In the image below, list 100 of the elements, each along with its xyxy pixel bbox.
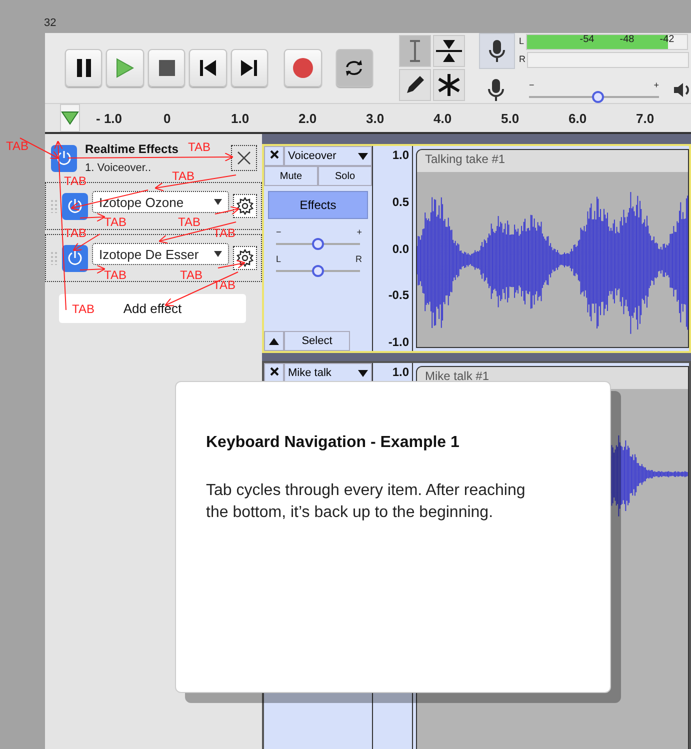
i-beam-icon: [408, 40, 421, 62]
record-button[interactable]: [284, 49, 322, 87]
pause-button[interactable]: [65, 49, 102, 87]
power-button[interactable]: [51, 144, 77, 172]
tab-annotation: TAB: [64, 175, 86, 187]
tab-annotation: TAB: [6, 140, 28, 152]
microphone-icon: [488, 38, 505, 62]
power-icon: [67, 198, 83, 214]
caret-icon: [358, 370, 368, 376]
settings-button[interactable]: [233, 246, 257, 270]
triangle-icon: [61, 111, 79, 125]
solo-button[interactable]: Solo: [318, 166, 372, 186]
meter-tick-label: -54: [580, 34, 594, 44]
draw-tool-button[interactable]: [398, 69, 431, 101]
skip-start-button[interactable]: [189, 49, 227, 87]
tab-annotation: TAB: [178, 216, 200, 228]
tab-annotation: TAB: [213, 279, 236, 291]
drag-handle[interactable]: [50, 199, 58, 213]
effect-dropdown[interactable]: Izotope De Esser: [92, 243, 229, 265]
caret-icon: [358, 152, 368, 160]
scale-label: 0.5: [392, 194, 409, 209]
collapse-button[interactable]: [264, 331, 284, 351]
caret-icon: [214, 199, 222, 205]
ruler-label: 0: [164, 110, 172, 126]
clip-title: Talking take #1: [417, 150, 688, 172]
close-icon: [270, 150, 278, 159]
triangle-icon: [269, 338, 279, 344]
tab-annotation: TAB: [64, 227, 86, 239]
dialog-title: Keyboard Navigation - Example 1: [206, 434, 460, 452]
tab-annotation: TAB: [72, 303, 94, 315]
power-button[interactable]: [62, 244, 88, 272]
power-icon: [67, 250, 83, 266]
scale-label: 1.0: [392, 365, 409, 379]
page-number: 32: [43, 16, 58, 31]
close-icon: [270, 367, 278, 376]
power-icon: [56, 150, 72, 166]
slider-min-label: −: [276, 228, 282, 237]
loop-icon: [344, 59, 364, 77]
slider-thumb[interactable]: [312, 238, 324, 250]
meter-channel-label: R: [518, 55, 526, 64]
timeline-menu-button[interactable]: [60, 104, 80, 132]
stop-icon: [158, 60, 175, 76]
audio-clip[interactable]: Talking take #1: [416, 149, 689, 348]
ruler-label: 5.0: [501, 110, 520, 126]
settings-button[interactable]: [233, 194, 257, 218]
skip-end-icon: [241, 60, 258, 76]
record-meter-button[interactable]: [478, 32, 515, 68]
slider-max-label: +: [356, 228, 362, 237]
skip-end-button[interactable]: [230, 49, 268, 87]
drag-handle[interactable]: [50, 251, 58, 265]
envelope-icon: [436, 38, 462, 64]
scale-label: 1.0: [392, 148, 409, 162]
scale-label: -0.5: [388, 288, 409, 302]
gear-icon: [236, 197, 254, 215]
speaker-icon: [672, 81, 691, 99]
tab-annotation: TAB: [188, 141, 210, 153]
loop-button[interactable]: [336, 49, 373, 87]
tab-annotation: TAB: [213, 227, 236, 239]
caret-icon: [214, 251, 222, 257]
meter-tick-label: -48: [620, 34, 634, 44]
scale-label: -1.0: [388, 335, 409, 349]
tab-annotation: TAB: [180, 269, 202, 281]
tab-annotation: TAB: [172, 170, 194, 182]
asterisk-icon: [436, 73, 461, 97]
envelope-tool-button[interactable]: [432, 35, 465, 67]
pause-icon: [76, 59, 92, 77]
slider-min-label: −: [528, 80, 534, 90]
tab-annotation: TAB: [104, 269, 126, 281]
tab-annotation: TAB: [104, 216, 126, 228]
ruler-label: 3.0: [366, 110, 386, 126]
close-icon: [237, 151, 251, 165]
effect-dropdown[interactable]: Izotope Ozone: [92, 191, 229, 213]
slider-min-label: L: [276, 255, 282, 264]
multi-tool-button[interactable]: [432, 69, 465, 101]
dialog-body: Tab cycles through every item. After reaching the bottom, it’s back up to the beginning.: [206, 481, 526, 523]
slider-thumb[interactable]: [592, 90, 604, 102]
track-name: 1. Voiceover..: [85, 162, 152, 174]
power-button[interactable]: [62, 192, 88, 220]
mute-button[interactable]: Mute: [264, 166, 318, 186]
microphone-icon: [488, 78, 504, 102]
effects-button[interactable]: Effects: [268, 191, 368, 219]
ruler-label: 2.0: [298, 110, 318, 126]
track-name-menu[interactable]: Voiceover: [284, 146, 372, 166]
ruler-label: - 1.0: [96, 110, 124, 126]
skip-start-icon: [200, 60, 216, 76]
ruler-label: 4.0: [434, 110, 453, 126]
gear-icon: [236, 249, 254, 267]
record-icon: [292, 58, 313, 78]
play-icon: [116, 58, 134, 78]
stop-button[interactable]: [148, 49, 186, 87]
slider-max-label: R: [356, 255, 362, 264]
select-button[interactable]: Select: [284, 331, 350, 351]
ruler-label: 6.0: [568, 110, 588, 126]
scale-label: 0.0: [392, 242, 409, 256]
slider-thumb[interactable]: [312, 265, 324, 277]
close-button[interactable]: [231, 145, 257, 171]
ruler-label: 1.0: [231, 110, 250, 126]
track-name-menu[interactable]: Mike talk: [284, 363, 372, 383]
meter-channel-label: L: [518, 37, 524, 46]
panel-title: Realtime Effects: [85, 142, 178, 156]
